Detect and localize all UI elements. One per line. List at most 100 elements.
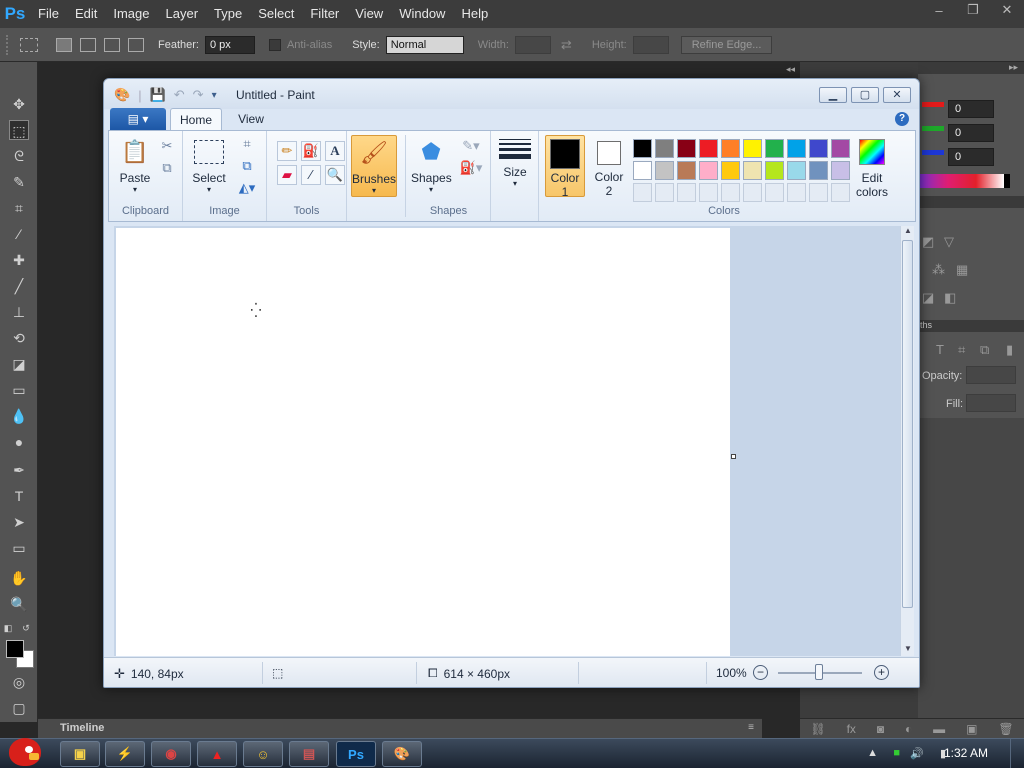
tray-expand-icon[interactable]: ▲ [867, 747, 878, 759]
custom-color-slot[interactable] [765, 183, 784, 202]
blue-slider-bar[interactable] [922, 150, 944, 155]
color-picker-tool-icon[interactable]: ⁄ [301, 165, 321, 185]
hand-tool-icon[interactable]: ✋ [9, 568, 29, 588]
zoom-slider-thumb[interactable] [815, 664, 823, 680]
zoom-in-button[interactable]: + [874, 665, 889, 680]
delete-layer-icon[interactable]: 🗑 [998, 722, 1013, 736]
scrollbar-thumb[interactable] [902, 240, 913, 608]
green-slider-bar[interactable] [922, 126, 944, 131]
new-layer-icon[interactable]: ▣ [966, 722, 977, 736]
outline-icon[interactable]: ✎▾ [457, 137, 485, 155]
custom-color-slot[interactable] [831, 183, 850, 202]
add-mask-icon[interactable]: ◙ [877, 722, 884, 736]
custom-color-slot[interactable] [677, 183, 696, 202]
palette-swatch[interactable] [633, 161, 652, 180]
selective-color-adjustment-icon[interactable]: ◧ [944, 290, 956, 306]
color1-button[interactable]: Color 1 [545, 135, 585, 199]
subtract-selection-icon[interactable] [104, 37, 120, 52]
blur-tool-icon[interactable]: 💧 [9, 406, 29, 426]
taskbar-messenger-icon[interactable]: ☺ [243, 741, 283, 767]
taskbar-explorer-icon[interactable]: ▣ [60, 741, 100, 767]
canvas-resize-handle[interactable] [731, 454, 736, 459]
rectangle-tool-icon[interactable]: ▭ [9, 538, 29, 558]
scroll-up-icon[interactable]: ▲ [901, 226, 915, 238]
zoom-tool-icon[interactable]: 🔍 [9, 594, 29, 614]
taskbar-app-icon[interactable]: ▤ [289, 741, 329, 767]
red-value-input[interactable]: 0 [948, 100, 994, 118]
help-icon[interactable]: ? [895, 112, 909, 126]
taskbar-browser-icon[interactable]: ◉ [151, 741, 191, 767]
palette-swatch[interactable] [721, 161, 740, 180]
paste-button[interactable]: 📋 Paste ▾ [115, 135, 155, 194]
paint-menu-button[interactable]: ▤ ▾ [110, 108, 166, 130]
rotate-icon[interactable]: ◭▾ [237, 179, 257, 197]
antialias-checkbox[interactable] [268, 38, 281, 51]
custom-color-slot[interactable] [809, 183, 828, 202]
palette-swatch[interactable] [743, 161, 762, 180]
start-button[interactable] [2, 735, 48, 768]
type-filter-icon[interactable]: T [936, 342, 944, 357]
customize-qat-icon[interactable]: ▾ [212, 90, 217, 101]
pencil-tool-icon[interactable]: ✏ [277, 141, 297, 161]
type-tool-icon[interactable]: T [9, 486, 29, 506]
show-desktop-button[interactable] [1010, 739, 1024, 768]
marquee-tool-icon[interactable]: ⬚ [9, 120, 29, 140]
custom-color-slot[interactable] [633, 183, 652, 202]
menu-type[interactable]: Type [206, 0, 250, 28]
palette-swatch[interactable] [787, 139, 806, 158]
expand-panels-icon[interactable]: ▸▸ [1009, 62, 1018, 73]
filter-toggle-icon[interactable]: ▮ [1006, 342, 1013, 358]
palette-swatch[interactable] [743, 139, 762, 158]
menu-edit[interactable]: Edit [67, 0, 105, 28]
color-balance-adjustment-icon[interactable]: ⁂ [932, 262, 945, 278]
taskbar-photoshop-icon[interactable]: Ps [336, 741, 376, 767]
clone-stamp-tool-icon[interactable]: ⊥ [9, 302, 29, 322]
quick-selection-tool-icon[interactable]: ✎ [9, 172, 29, 192]
palette-swatch[interactable] [655, 139, 674, 158]
scroll-down-icon[interactable]: ▼ [901, 644, 915, 656]
quick-mask-icon[interactable]: ◎ [9, 672, 29, 692]
style-select[interactable]: Normal [385, 35, 464, 54]
resize-icon[interactable]: ⧉ [237, 157, 257, 175]
palette-swatch[interactable] [787, 161, 806, 180]
text-tool-icon[interactable]: A [325, 141, 345, 161]
opacity-input[interactable] [966, 366, 1016, 384]
brush-tool-icon[interactable]: ╱ [9, 276, 29, 296]
ps-minimize-button[interactable]: – [922, 0, 956, 20]
feather-input[interactable]: 0 px [204, 35, 255, 54]
fill-shape-icon[interactable]: ⛽▾ [457, 159, 485, 177]
palette-swatch[interactable] [677, 161, 696, 180]
refine-edge-button[interactable]: Refine Edge... [680, 35, 773, 54]
custom-color-slot[interactable] [743, 183, 762, 202]
foreground-color-swatch[interactable] [6, 640, 24, 658]
undo-icon[interactable]: ↶ [174, 87, 185, 103]
size-button[interactable]: Size ▾ [495, 135, 535, 188]
red-slider-bar[interactable] [922, 102, 944, 107]
add-selection-icon[interactable] [80, 37, 96, 52]
palette-swatch[interactable] [831, 161, 850, 180]
screen-mode-icon[interactable]: ▢ [9, 698, 29, 718]
save-icon[interactable]: 💾 [150, 87, 166, 103]
move-tool-icon[interactable]: ✥ [9, 94, 29, 114]
paint-minimize-button[interactable]: ▁ [819, 87, 847, 103]
shapes-button[interactable]: ⬟ Shapes ▾ [411, 135, 452, 194]
menu-help[interactable]: Help [453, 0, 496, 28]
paths-tab[interactable]: ths [920, 320, 932, 330]
volume-icon[interactable]: 🔊 [910, 747, 924, 760]
palette-swatch[interactable] [699, 139, 718, 158]
eyedropper-tool-icon[interactable]: ⁄ [9, 224, 29, 244]
gradient-map-adjustment-icon[interactable]: ▽ [944, 234, 954, 250]
network-icon[interactable]: ■ [893, 747, 900, 759]
menu-window[interactable]: Window [391, 0, 453, 28]
select-button[interactable]: Select ▾ [189, 135, 229, 194]
fill-input[interactable] [966, 394, 1016, 412]
shape-filter-icon[interactable]: ⌗ [958, 342, 965, 358]
curves-adjustment-icon[interactable]: ◩ [922, 234, 934, 250]
ps-close-button[interactable]: ✕ [990, 0, 1024, 20]
menu-layer[interactable]: Layer [158, 0, 207, 28]
color2-button[interactable]: Color 2 [589, 135, 629, 198]
menu-file[interactable]: File [30, 0, 67, 28]
edit-colors-button[interactable]: Edit colors [849, 135, 895, 199]
cut-icon[interactable]: ✂ [157, 137, 177, 155]
lasso-tool-icon[interactable]: ᘓ [9, 146, 29, 166]
